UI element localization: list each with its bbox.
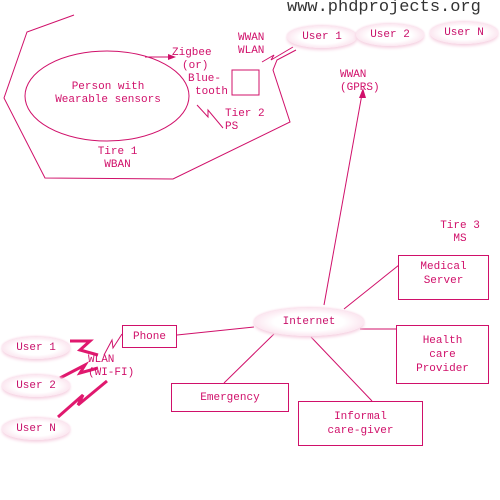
internet-emergency-link [223,333,275,384]
watermark: www.phdprojects.org [287,0,481,17]
zigbee-line-1: Zigbee [172,47,212,59]
person-label: Person with Wearable sensors [48,81,168,107]
top-user-1-cloud: User 1 [287,26,357,48]
top-user-n-cloud: User N [430,22,498,44]
tier3-label: Tire 3 MS [435,220,485,246]
informal-caregiver-box: Informal care-giver [298,401,423,446]
medical-line-2: Server [423,275,464,287]
wlan-line-1: WLAN [88,354,115,366]
internet-label: Internet [282,316,336,328]
phone-box: Phone [122,325,177,348]
tier1-label: Tire 1 WBAN [90,146,145,172]
health-line-1: Health [422,334,463,347]
tier3-line-1: Tire 3 [440,220,480,232]
top-user-2-label: User 2 [370,29,410,41]
zigbee-line-4: tooth [195,86,229,98]
wwan-line: WWAN [238,32,265,44]
wlan-line: WLAN [238,45,265,57]
zigbee-line-3: Blue- [188,73,222,85]
left-user-n-cloud: User N [2,418,70,440]
diagram-lines [3,14,400,419]
health-line-2: care [429,348,456,361]
internet-gprs-link [323,93,363,306]
health-care-provider-box: Health care Provider [396,325,489,384]
tier1-line-1: Tire 1 [97,146,138,158]
user1-wlan-zigzag [70,339,99,357]
medical-server-box: Medical Server [398,255,489,300]
internet-caregiver-link [310,336,373,402]
left-user-1-cloud: User 1 [2,337,70,359]
gprs-line-1: WWAN [340,69,367,81]
wlan-line-2: (WI-FI) [88,367,135,379]
health-line-3: Provider [416,362,469,375]
person-line-1: Person with [71,81,145,93]
tier2-label: Tier 2 PS [225,108,265,134]
emergency-label: Emergency [200,391,260,404]
tier2-line-1: Tier 2 [225,108,265,120]
left-user-2-label: User 2 [16,380,56,392]
left-user-1-label: User 1 [16,342,56,354]
tier2-line-2: PS [225,121,239,133]
zigbee-line-2: (or) [182,60,209,72]
wlan-wifi-label: WLAN (WI-FI) [88,354,134,380]
wwan-gprs-label: WWAN (GPRS) [340,69,380,95]
emergency-box: Emergency [171,383,289,412]
top-user-n-label: User N [444,27,484,39]
medical-line-1: Medical [420,261,467,273]
gprs-line-2: (GPRS) [340,82,380,94]
top-user-2-cloud: User 2 [356,24,424,46]
internet-medical-link [343,264,400,310]
wwan-wlan-label: WWAN WLAN [238,32,264,58]
ps-device-box [231,69,260,96]
left-user-2-cloud: User 2 [2,375,70,397]
zigbee-label: Zigbee (or) Blue- tooth [172,47,228,99]
internet-phone-link [176,326,255,336]
caregiver-line-2: care-giver [327,424,394,437]
internet-cloud: Internet [254,308,364,336]
caregiver-line-1: Informal [334,410,387,423]
top-user-1-label: User 1 [302,31,342,43]
phone-label: Phone [132,330,166,343]
tier1-line-2: WBAN [104,159,131,171]
left-user-n-label: User N [16,423,56,435]
phone-zigzag [103,333,123,356]
ps-link-zigzag [196,104,224,129]
person-line-2: Wearable sensors [55,94,161,106]
tier3-line-2: MS [453,233,467,245]
